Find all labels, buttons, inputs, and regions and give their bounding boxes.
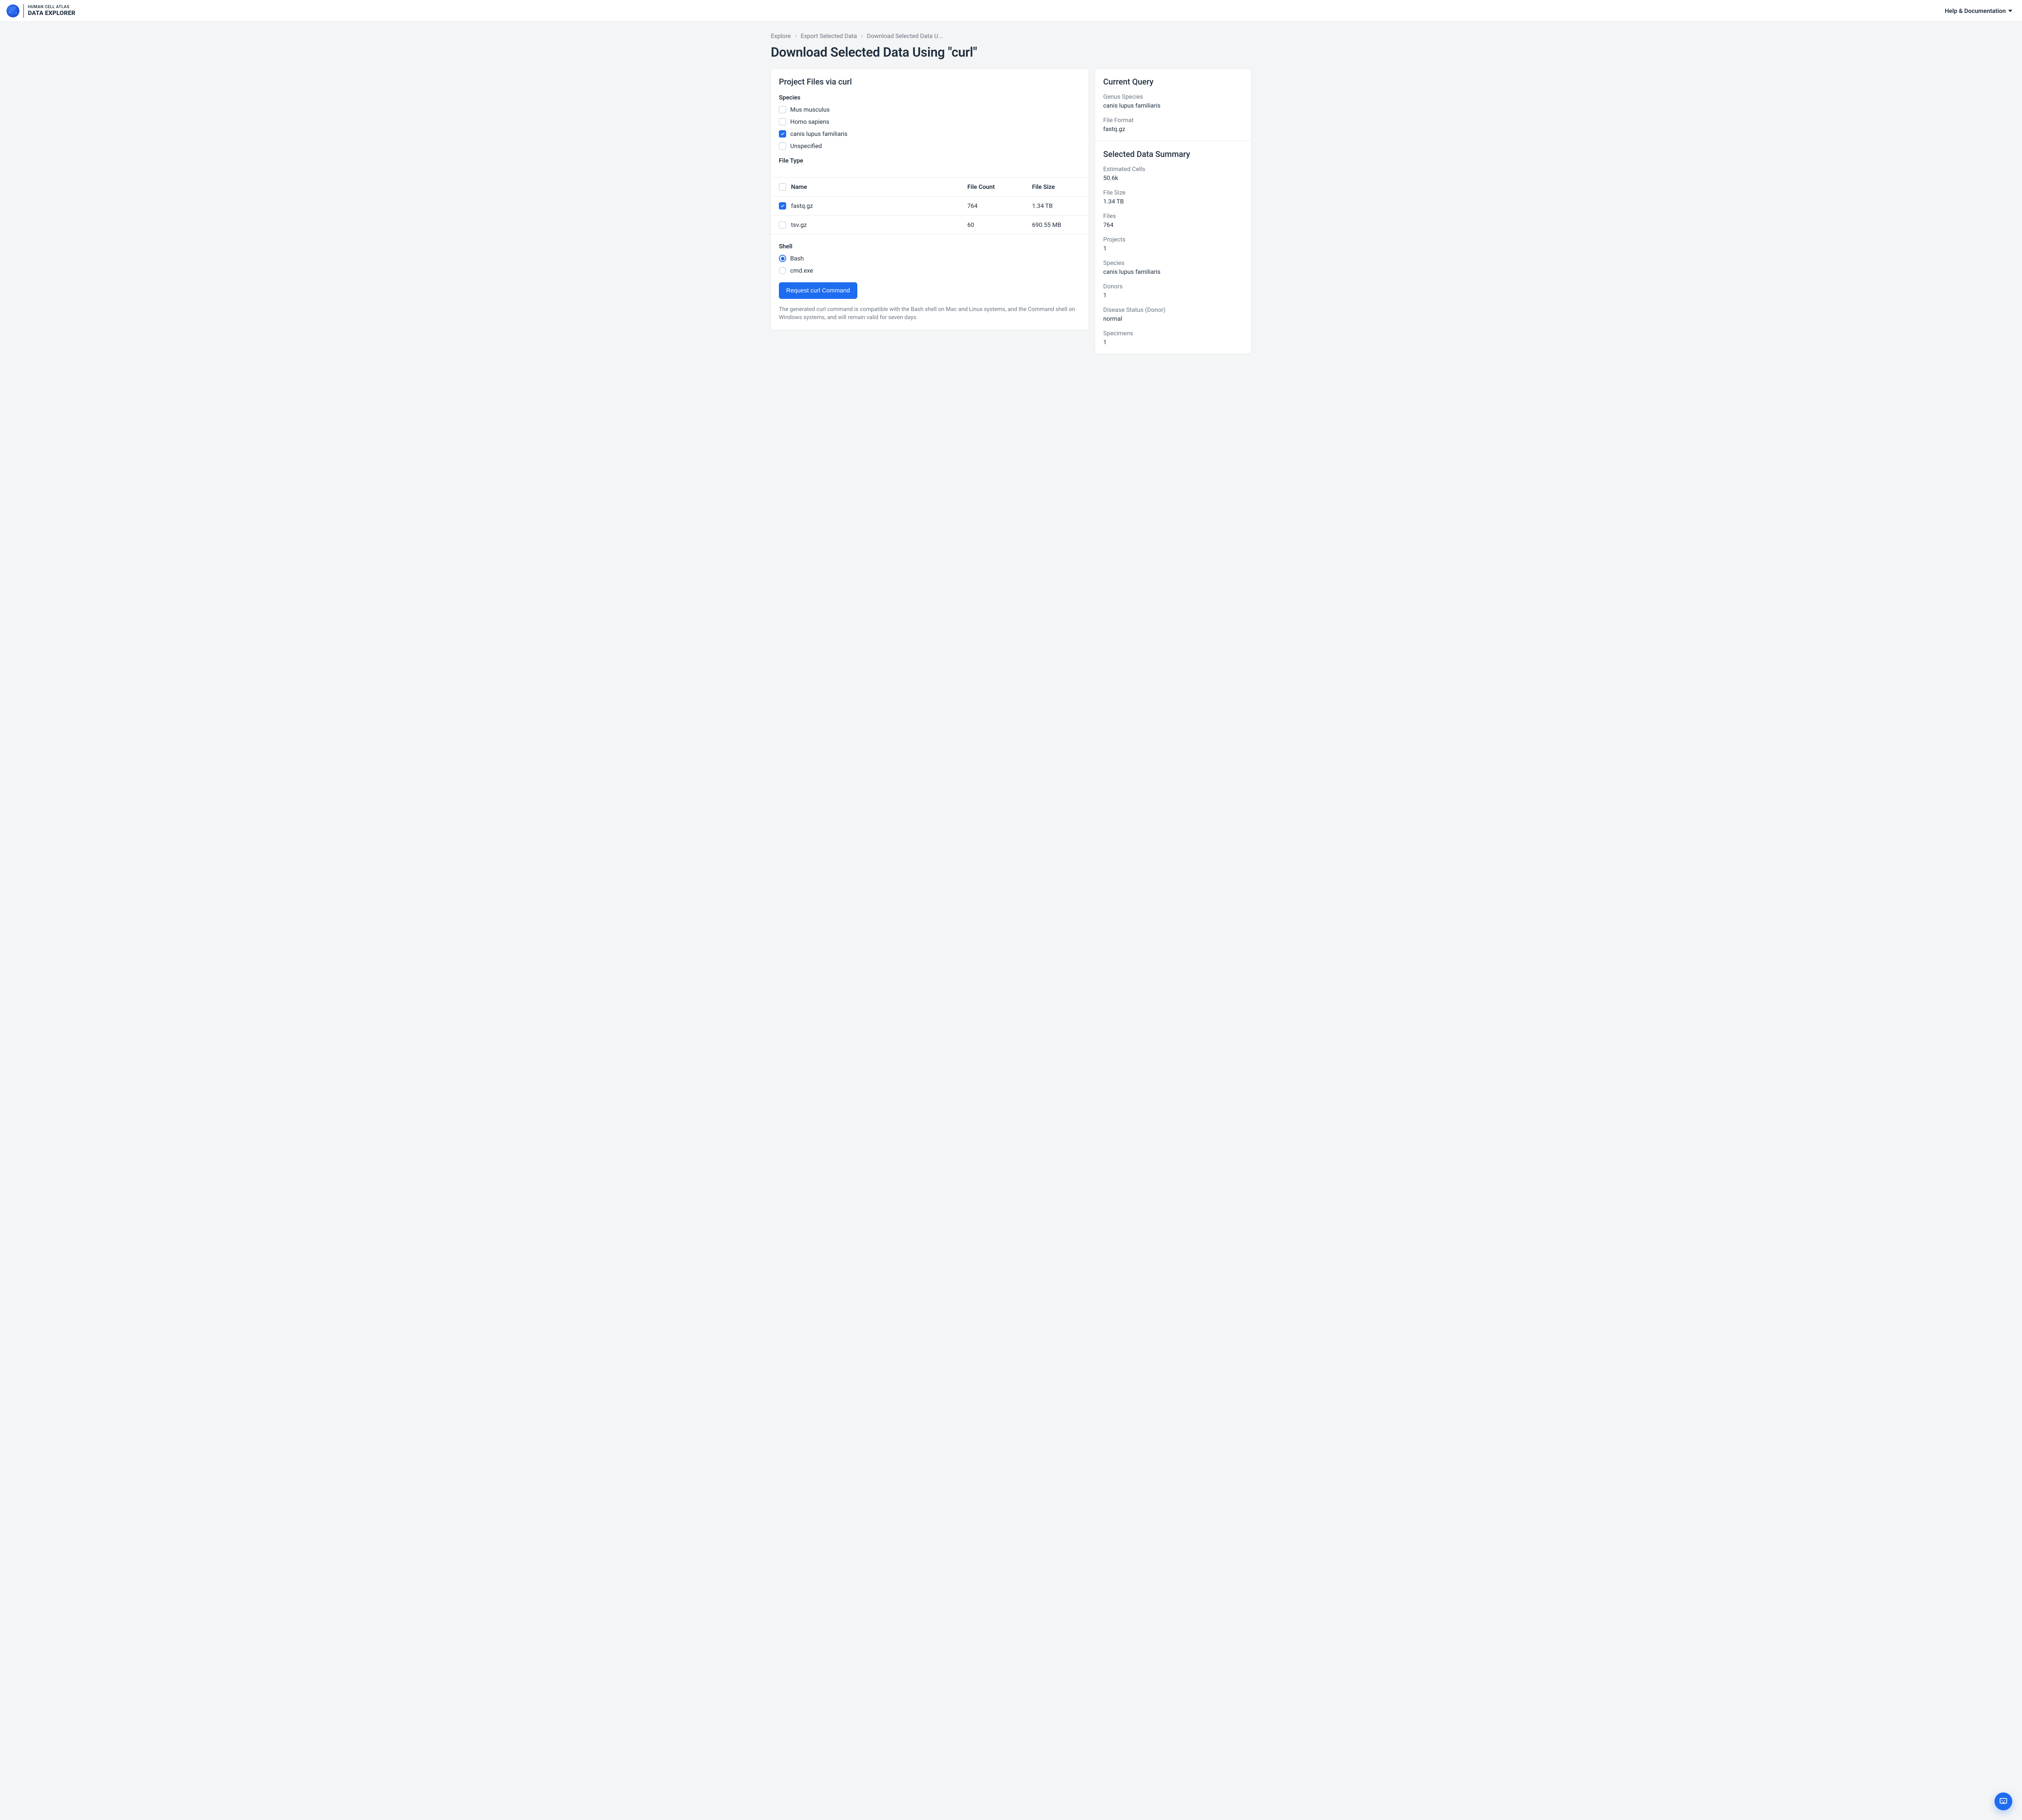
sidebar-card: Current Query Genus Species canis lupus f… [1095,69,1251,354]
shell-label: Bash [790,255,804,262]
summary-item: File Size 1.34 TB [1103,189,1243,205]
species-option[interactable]: Unspecified [779,142,1081,150]
species-label: Homo sapiens [790,118,829,125]
summary-value: 1 [1103,245,1243,252]
species-option[interactable]: Mus musculus [779,106,1081,113]
summary-title: Selected Data Summary [1103,149,1243,159]
shell-options: Bash cmd.exe [779,255,1081,274]
chat-icon [1999,1797,2008,1806]
summary-key: Estimated Cells [1103,165,1243,173]
summary-section: Selected Data Summary Estimated Cells50.… [1095,141,1251,354]
summary-key: Disease Status (Donor) [1103,306,1243,313]
summary-item: Files764 [1103,212,1243,229]
file-size: 1.34 TB [1032,202,1081,210]
radio[interactable] [779,255,786,262]
checkbox[interactable] [779,202,786,210]
help-label: Help & Documentation [1945,7,2006,15]
curl-form-card: Project Files via curl Species Mus muscu… [771,69,1089,330]
logo-line1: HUMAN CELL ATLAS [28,5,75,9]
summary-value: 1.34 TB [1103,198,1243,205]
filetype-group-label: File Type [779,157,1081,164]
shell-group-label: Shell [779,243,1081,250]
summary-value: 50.6k [1103,174,1243,182]
query-item: File Formatfastq.gz [1103,116,1243,133]
checkbox[interactable] [779,118,786,125]
filetype-name: fastq.gz [791,202,967,210]
species-list: Mus musculus Homo sapiens canis lupus fami… [779,106,1081,150]
species-label: Unspecified [790,142,822,150]
summary-key: Specimens [1103,330,1243,337]
help-documentation-menu[interactable]: Help & Documentation [1945,7,2012,15]
filetype-table: Name File Count File Size fastq.gz7641.3… [771,177,1089,235]
query-item: Genus Species canis lupus familiaris [1103,93,1243,109]
summary-item: Specimens 1 [1103,330,1243,346]
file-count: 764 [967,202,1032,210]
col-file-count: File Count [967,183,1032,190]
page-title: Download Selected Data Using "curl" [771,44,1251,60]
summary-item: Disease Status (Donor) normal [1103,306,1243,322]
summary-value: 1 [1103,339,1243,346]
radio[interactable] [779,267,786,274]
shell-option[interactable]: cmd.exe [779,267,1081,274]
table-row: fastq.gz7641.34 TB [771,197,1089,216]
species-option[interactable]: Homo sapiens [779,118,1081,125]
query-value: canis lupus familiaris [1103,102,1243,109]
summary-value: 764 [1103,221,1243,229]
summary-value: canis lupus familiaris [1103,268,1243,275]
query-key: Genus Species [1103,93,1243,100]
summary-value: 1 [1103,292,1243,299]
col-name: Name [791,183,967,190]
summary-item: Estimated Cells50.6k [1103,165,1243,182]
query-value: fastq.gz [1103,125,1243,133]
summary-item: Projects 1 [1103,236,1243,252]
species-group-label: Species [779,94,1081,101]
file-count: 60 [967,221,1032,229]
current-query-title: Current Query [1103,77,1243,87]
summary-item: Donors 1 [1103,283,1243,299]
checkbox[interactable] [779,221,786,229]
shell-label: cmd.exe [790,267,813,274]
top-bar: HUMAN CELL ATLAS DATA EXPLORER Help & Do… [0,0,2022,22]
logo[interactable]: HUMAN CELL ATLAS DATA EXPLORER [6,4,75,18]
breadcrumb-explore[interactable]: Explore [771,32,791,40]
logo-separator [23,4,24,18]
select-all-checkbox[interactable] [779,183,786,190]
summary-key: Files [1103,212,1243,220]
summary-key: Projects [1103,236,1243,243]
breadcrumb-export[interactable]: Export Selected Data [801,32,857,40]
chevron-down-icon [2008,10,2012,12]
breadcrumb: Explore › Export Selected Data › Downloa… [771,22,1251,42]
checkbox[interactable] [779,130,786,138]
shell-option[interactable]: Bash [779,255,1081,262]
summary-value: normal [1103,315,1243,322]
summary-key: File Size [1103,189,1243,196]
logo-icon [6,4,19,17]
breadcrumb-current: Download Selected Data U... [867,32,943,40]
table-header-row: Name File Count File Size [771,178,1089,197]
chevron-right-icon: › [861,33,863,39]
logo-line2: DATA EXPLORER [28,10,75,16]
summary-key: Donors [1103,283,1243,290]
current-query-section: Current Query Genus Species canis lupus f… [1095,69,1251,141]
section-title: Project Files via curl [779,77,1081,87]
checkbox[interactable] [779,106,786,113]
file-size: 690.55 MB [1032,221,1081,229]
col-file-size: File Size [1032,183,1081,190]
checkbox[interactable] [779,142,786,150]
table-row: tsv.gz60690.55 MB [771,216,1089,235]
summary-key: Species [1103,259,1243,267]
species-label: Mus musculus [790,106,830,113]
request-curl-button[interactable]: Request curl Command [779,282,857,299]
query-key: File Format [1103,116,1243,124]
summary-item: Speciescanis lupus familiaris [1103,259,1243,275]
filetype-name: tsv.gz [791,221,967,229]
species-label: canis lupus familiaris [790,130,848,138]
species-option[interactable]: canis lupus familiaris [779,130,1081,138]
logo-text: HUMAN CELL ATLAS DATA EXPLORER [28,5,75,16]
chevron-right-icon: › [795,33,797,39]
chat-fab[interactable] [1995,1792,2012,1810]
footnote-text: The generated curl command is compatible… [779,305,1081,322]
